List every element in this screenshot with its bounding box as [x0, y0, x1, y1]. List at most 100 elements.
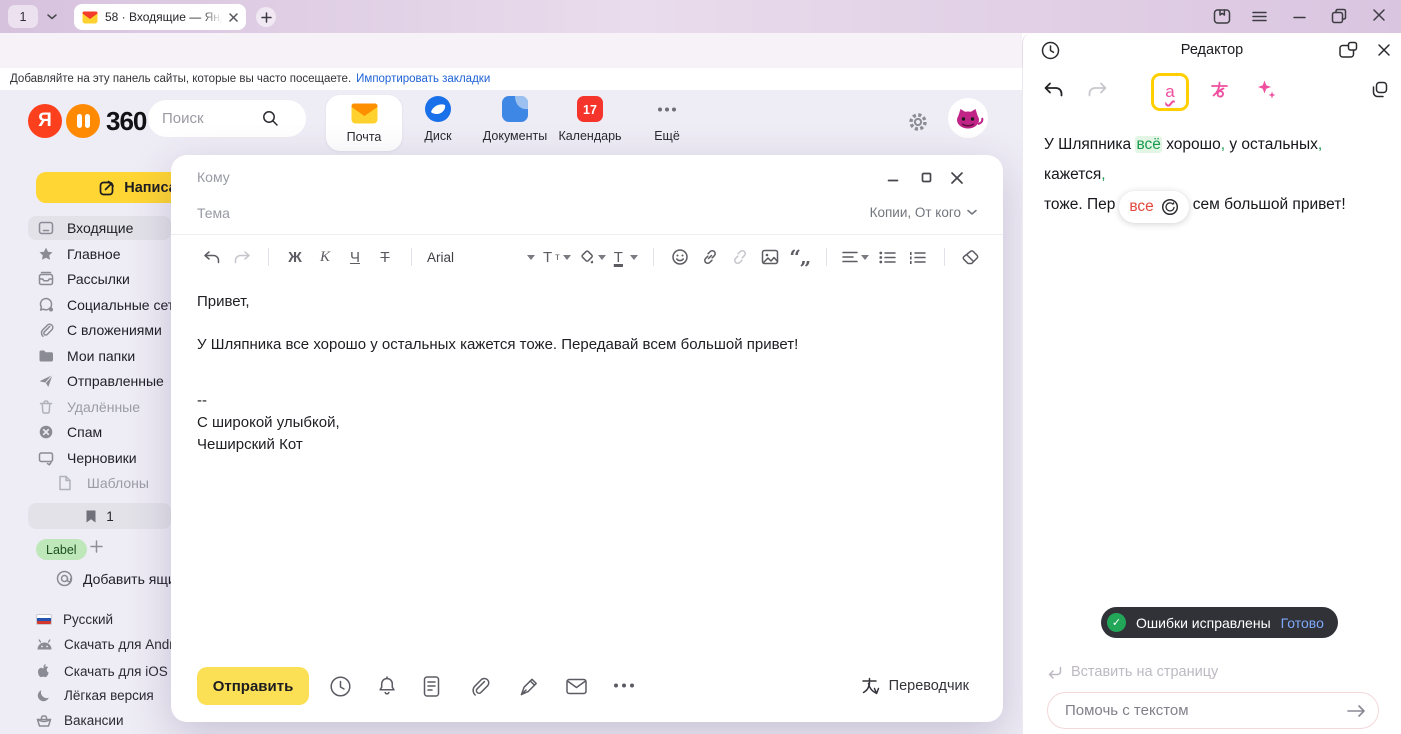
send-button[interactable]: Отправить	[197, 667, 309, 705]
sidebar-folder-attachments[interactable]: С вложениями	[28, 318, 171, 342]
translator-button[interactable]: Переводчик	[860, 676, 969, 696]
add-label-icon[interactable]	[90, 540, 103, 553]
tab-count-button[interactable]: 1	[8, 5, 38, 28]
vacancies-link[interactable]: Вакансии	[36, 713, 124, 728]
window-restore-button[interactable]	[1331, 8, 1347, 24]
reminder-bell-icon[interactable]	[376, 675, 398, 698]
numbered-list-icon[interactable]	[907, 246, 929, 268]
emoji-icon[interactable]	[669, 246, 691, 268]
font-size-button[interactable]: Tт	[543, 246, 571, 268]
window-close-button[interactable]	[1372, 8, 1386, 22]
text-color-button[interactable]: Т	[614, 246, 638, 268]
download-ios-link[interactable]: Скачать для iOS	[36, 663, 168, 679]
sidebar-folder-templates[interactable]: Шаблоны	[28, 471, 171, 495]
panel-close-icon[interactable]	[1377, 43, 1391, 57]
search-icon[interactable]	[262, 110, 279, 127]
revert-icon[interactable]	[1161, 198, 1179, 216]
copy-icon[interactable]	[1369, 80, 1389, 100]
new-tab-button[interactable]	[256, 7, 276, 27]
sidebar-folder-myfolders[interactable]: Мои папки	[28, 344, 171, 368]
compose-window: Кому Тема Копии, От кого Ж К Ч Т Arial	[171, 155, 1003, 722]
signature-line1[interactable]: С широкой улыбкой,	[197, 412, 340, 433]
browser-menu-icon[interactable]	[1252, 11, 1267, 22]
template-icon[interactable]	[423, 675, 440, 698]
import-bookmarks-link[interactable]: Импортировать закладки	[356, 73, 490, 85]
sidebar-folder-spam[interactable]: Спам	[28, 420, 171, 444]
strikethrough-button[interactable]: Т	[374, 246, 396, 268]
light-version-link[interactable]: Лёгкая версия	[36, 688, 154, 703]
unlink-icon[interactable]	[729, 246, 751, 268]
sidebar-bookmarks-row[interactable]: 1	[28, 503, 171, 529]
sidebar-folder-main[interactable]: Главное	[28, 242, 171, 266]
ai-prompt-input[interactable]	[1065, 702, 1346, 719]
tab-list-chevron-icon[interactable]	[46, 13, 58, 21]
italic-button[interactable]: К	[314, 246, 336, 268]
link-icon[interactable]	[699, 246, 721, 268]
settings-gear-icon[interactable]	[906, 110, 930, 134]
send-later-clock-icon[interactable]	[329, 675, 352, 698]
insert-image-icon[interactable]	[759, 246, 781, 268]
signature-dashes[interactable]: --	[197, 390, 207, 411]
app-mail[interactable]: Почта	[326, 95, 402, 151]
compose-minimize-icon[interactable]	[887, 171, 900, 184]
app-docs[interactable]: Документы	[477, 95, 553, 143]
sidebar-folder-inbox[interactable]: Входящие	[28, 216, 171, 240]
email-greeting[interactable]: Привет,	[197, 291, 250, 312]
insert-to-page-action[interactable]: Вставить на страницу	[1047, 664, 1218, 680]
user-avatar[interactable]	[948, 98, 988, 138]
app-calendar[interactable]: 17 Календарь	[552, 95, 628, 143]
corrected-text[interactable]: У Шляпника всё хорошо, у остальных, каже…	[1044, 130, 1382, 223]
quote-icon[interactable]: “„	[789, 246, 811, 268]
tab-close-icon[interactable]	[229, 13, 238, 22]
label-tag[interactable]: Label	[36, 539, 87, 560]
submit-arrow-icon[interactable]	[1346, 704, 1366, 718]
sidebar-panel-icon[interactable]	[1213, 8, 1231, 25]
browser-tab[interactable]: 58 · Входящие — Яндек	[74, 4, 246, 30]
add-mailbox-row[interactable]: Добавить ящик	[56, 570, 182, 587]
editor-redo-icon[interactable]	[1087, 81, 1108, 99]
cc-from-toggle[interactable]: Копии, От кого	[870, 205, 977, 220]
spellcheck-tool-highlighted[interactable]: а	[1151, 73, 1189, 111]
align-icon[interactable]	[842, 246, 869, 268]
sidebar-folder-social[interactable]: Социальные сети	[28, 293, 171, 317]
rephrase-icon[interactable]	[1209, 80, 1231, 100]
attach-file-icon[interactable]	[468, 675, 490, 698]
logo-orange-icon	[66, 104, 100, 138]
bullet-list-icon[interactable]	[877, 246, 899, 268]
revert-word-pill[interactable]: все	[1119, 191, 1188, 223]
more-options-icon[interactable]	[613, 683, 635, 688]
app-disk[interactable]: Диск	[400, 95, 476, 143]
compose-close-icon[interactable]	[950, 171, 964, 185]
font-family-select[interactable]: Arial	[427, 250, 535, 265]
redo-icon[interactable]	[231, 246, 253, 268]
language-link[interactable]: Русский	[36, 612, 113, 627]
open-in-window-icon[interactable]	[1338, 41, 1358, 60]
ai-prompt-box[interactable]	[1047, 692, 1379, 729]
envelope-icon[interactable]	[565, 675, 588, 698]
ai-sparkles-icon[interactable]	[1255, 79, 1277, 101]
pen-icon[interactable]	[518, 675, 541, 698]
compose-popout-icon[interactable]	[920, 171, 933, 184]
search-input[interactable]	[162, 110, 262, 127]
email-body-text[interactable]: У Шляпника все хорошо у остальных кажетс…	[197, 334, 977, 355]
window-minimize-button[interactable]	[1293, 16, 1306, 19]
download-android-link[interactable]: Скачать для Android	[36, 637, 192, 652]
underline-button[interactable]: Ч	[344, 246, 366, 268]
sidebar-folder-drafts[interactable]: Черновики	[28, 446, 171, 470]
search-box[interactable]	[148, 100, 306, 137]
sidebar-folder-newsletters[interactable]: Рассылки	[28, 267, 171, 291]
toast-done-button[interactable]: Готово	[1281, 615, 1324, 631]
app-more[interactable]: Ещё	[629, 95, 705, 143]
to-field[interactable]: Кому	[197, 169, 230, 185]
sidebar-folder-sent[interactable]: Отправленные	[28, 369, 171, 393]
undo-icon[interactable]	[201, 246, 223, 268]
editor-undo-icon[interactable]	[1043, 81, 1064, 99]
yandex360-logo[interactable]: Я 360	[28, 104, 146, 138]
sidebar-folder-trash[interactable]: Удалённые	[28, 395, 171, 419]
subject-field[interactable]: Тема	[197, 205, 230, 221]
added-word[interactable]: всё	[1135, 136, 1161, 153]
bold-button[interactable]: Ж	[284, 246, 306, 268]
highlight-color-button[interactable]	[579, 246, 606, 268]
eraser-icon[interactable]	[960, 246, 982, 268]
signature-line2[interactable]: Чеширский Кот	[197, 434, 303, 455]
